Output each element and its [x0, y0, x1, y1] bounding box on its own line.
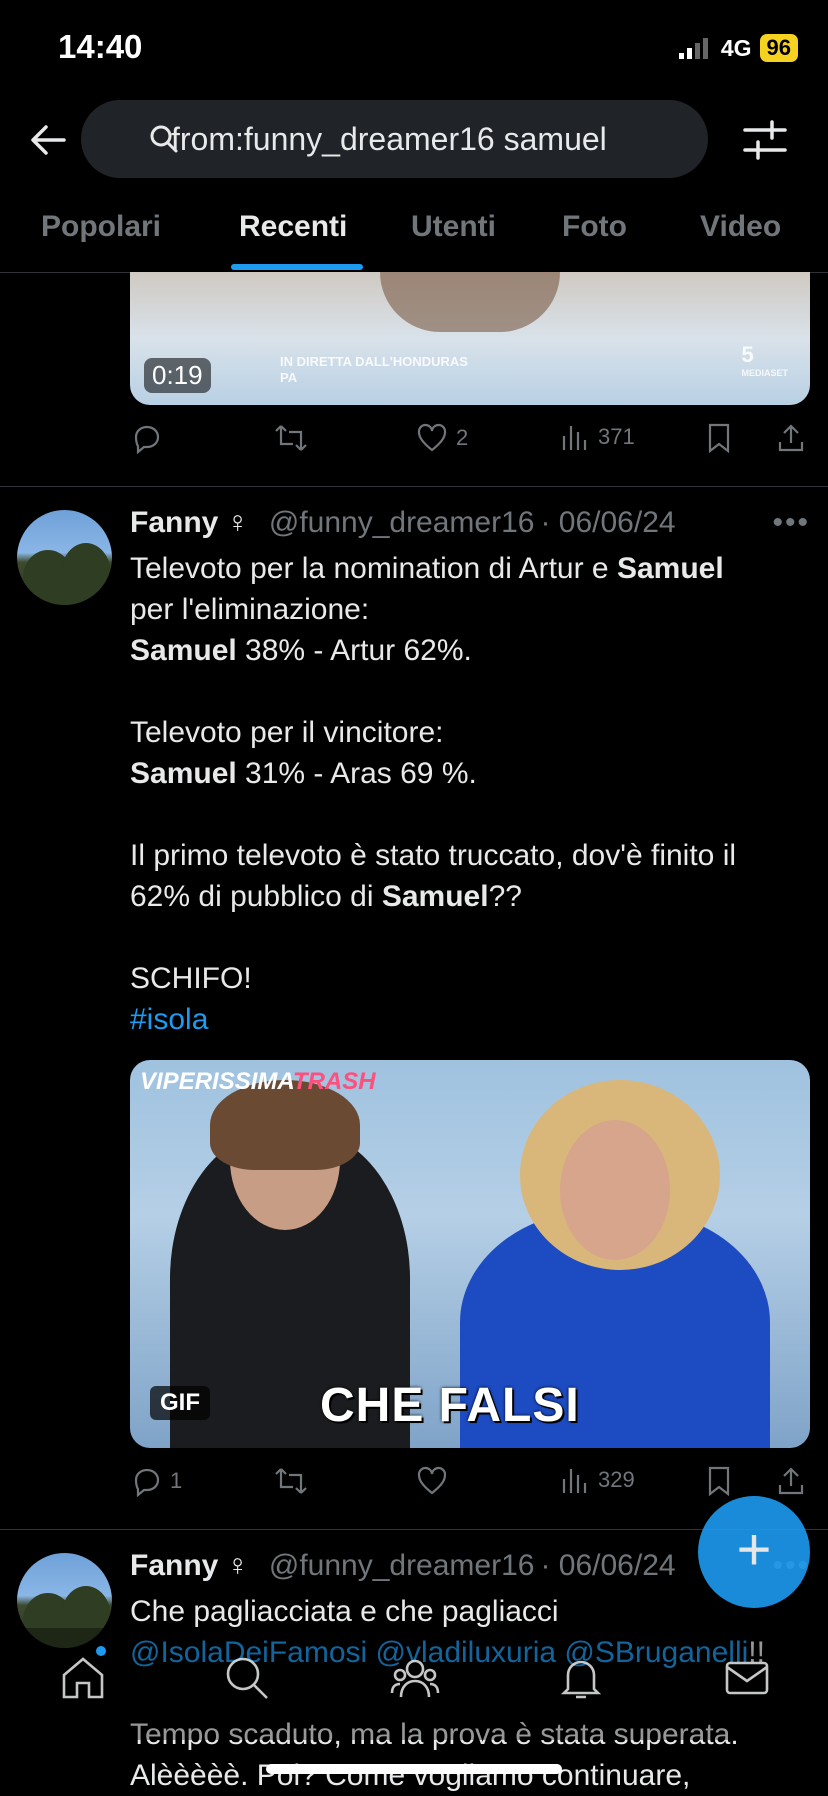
female-symbol: ♀: [226, 1549, 249, 1582]
heart-icon: [417, 423, 447, 452]
female-symbol: ♀: [226, 506, 249, 539]
tweet-video[interactable]: IN DIRETTA DALL'HONDURAS PA 0:19 5 MEDIAS…: [130, 272, 810, 405]
arrow-left-icon: [31, 125, 66, 155]
nav-home[interactable]: [58, 1653, 108, 1703]
bottom-navigation: [0, 1628, 828, 1740]
views-button[interactable]: 329: [560, 1465, 635, 1495]
view-count: 329: [598, 1467, 635, 1492]
search-icon: [150, 125, 178, 153]
share-button[interactable]: [775, 422, 807, 454]
signal-icon: [677, 36, 713, 60]
tweet-date: · 06/06/24: [540, 1549, 676, 1582]
search-tabs: Popolari Recenti Utenti Foto Video: [0, 200, 828, 273]
status-indicators: 4G 96: [677, 34, 798, 62]
tab-utenti[interactable]: Utenti: [411, 210, 496, 244]
nav-messages[interactable]: [722, 1653, 772, 1703]
search-filter-button[interactable]: [742, 118, 788, 162]
tweet-header: Fanny ♀ @funny_dreamer16 · 06/06/24 •••: [130, 506, 810, 540]
gif-caption: CHE FALSI: [320, 1379, 580, 1432]
share-button[interactable]: [775, 1465, 807, 1497]
reply-button[interactable]: 1: [130, 1465, 182, 1497]
like-button[interactable]: 2: [416, 422, 468, 454]
tweet-text: Televoto per la nomination di Artur e Sa…: [130, 552, 737, 1036]
share-icon: [778, 424, 804, 452]
retweet-icon: [275, 1468, 307, 1494]
more-options-icon[interactable]: •••: [772, 506, 810, 540]
gif-watermark: VIPERISSIMATRASH: [140, 1068, 376, 1095]
search-input[interactable]: from:funny_dreamer16 samuel: [81, 100, 708, 178]
tab-recenti[interactable]: Recenti: [239, 210, 347, 244]
tweet-date: · 06/06/24: [540, 506, 676, 539]
reply-icon: [134, 1468, 160, 1497]
retweet-button[interactable]: [273, 422, 309, 454]
reply-icon: [134, 425, 160, 454]
view-count: 371: [598, 424, 635, 449]
reply-button[interactable]: [130, 422, 162, 454]
tab-foto[interactable]: Foto: [562, 210, 627, 244]
bookmark-icon: [708, 423, 730, 454]
mail-icon: [725, 1661, 769, 1695]
analytics-icon: [562, 426, 587, 450]
like-button[interactable]: [416, 1465, 448, 1497]
reply-count: 1: [170, 1468, 183, 1493]
plus-icon: +: [736, 1516, 772, 1583]
battery-level: 96: [759, 34, 798, 62]
home-icon: [62, 1657, 104, 1699]
bell-icon: [560, 1660, 602, 1699]
search-query: from:funny_dreamer16 samuel: [171, 120, 607, 157]
tab-video[interactable]: Video: [700, 210, 781, 244]
nav-search[interactable]: [222, 1653, 272, 1703]
share-icon: [778, 1467, 804, 1495]
communities-icon: [390, 1659, 440, 1698]
compose-button[interactable]: +: [698, 1496, 810, 1608]
display-name[interactable]: Fanny: [130, 506, 218, 540]
status-time: 14:40: [58, 28, 143, 65]
tweet-actions: 2 371: [130, 422, 810, 462]
network-type: 4G: [720, 34, 752, 61]
like-count: 2: [456, 425, 469, 450]
back-button[interactable]: [26, 118, 70, 162]
user-handle[interactable]: @funny_dreamer16: [269, 1549, 535, 1583]
bookmark-icon: [708, 1466, 730, 1497]
analytics-icon: [562, 1469, 587, 1493]
tweet-gif[interactable]: VIPERISSIMATRASH CHE FALSI GIF: [130, 1060, 810, 1448]
bookmark-button[interactable]: [705, 422, 733, 454]
user-handle[interactable]: @funny_dreamer16: [269, 506, 535, 540]
channel-logo: 5 MEDIASET: [741, 342, 788, 378]
gif-badge: GIF: [150, 1386, 210, 1420]
video-duration: 0:19: [144, 358, 211, 393]
search-icon: [226, 1657, 268, 1699]
nav-communities[interactable]: [390, 1653, 440, 1703]
heart-icon: [417, 1466, 447, 1495]
tweet-divider: [0, 486, 828, 487]
views-button[interactable]: 371: [560, 422, 635, 452]
sliders-icon: [743, 120, 787, 160]
tab-popolari[interactable]: Popolari: [41, 210, 161, 244]
avatar[interactable]: [17, 510, 112, 605]
active-tab-indicator: [231, 264, 363, 270]
hashtag-link[interactable]: #isola: [130, 1003, 208, 1036]
retweet-button[interactable]: [273, 1465, 309, 1497]
home-indicator[interactable]: [266, 1764, 562, 1774]
nav-notifications[interactable]: [556, 1653, 606, 1703]
bookmark-button[interactable]: [705, 1465, 733, 1497]
retweet-icon: [275, 425, 307, 451]
video-overlay-text: IN DIRETTA DALL'HONDURAS PA: [280, 354, 468, 385]
display-name[interactable]: Fanny: [130, 1549, 218, 1583]
